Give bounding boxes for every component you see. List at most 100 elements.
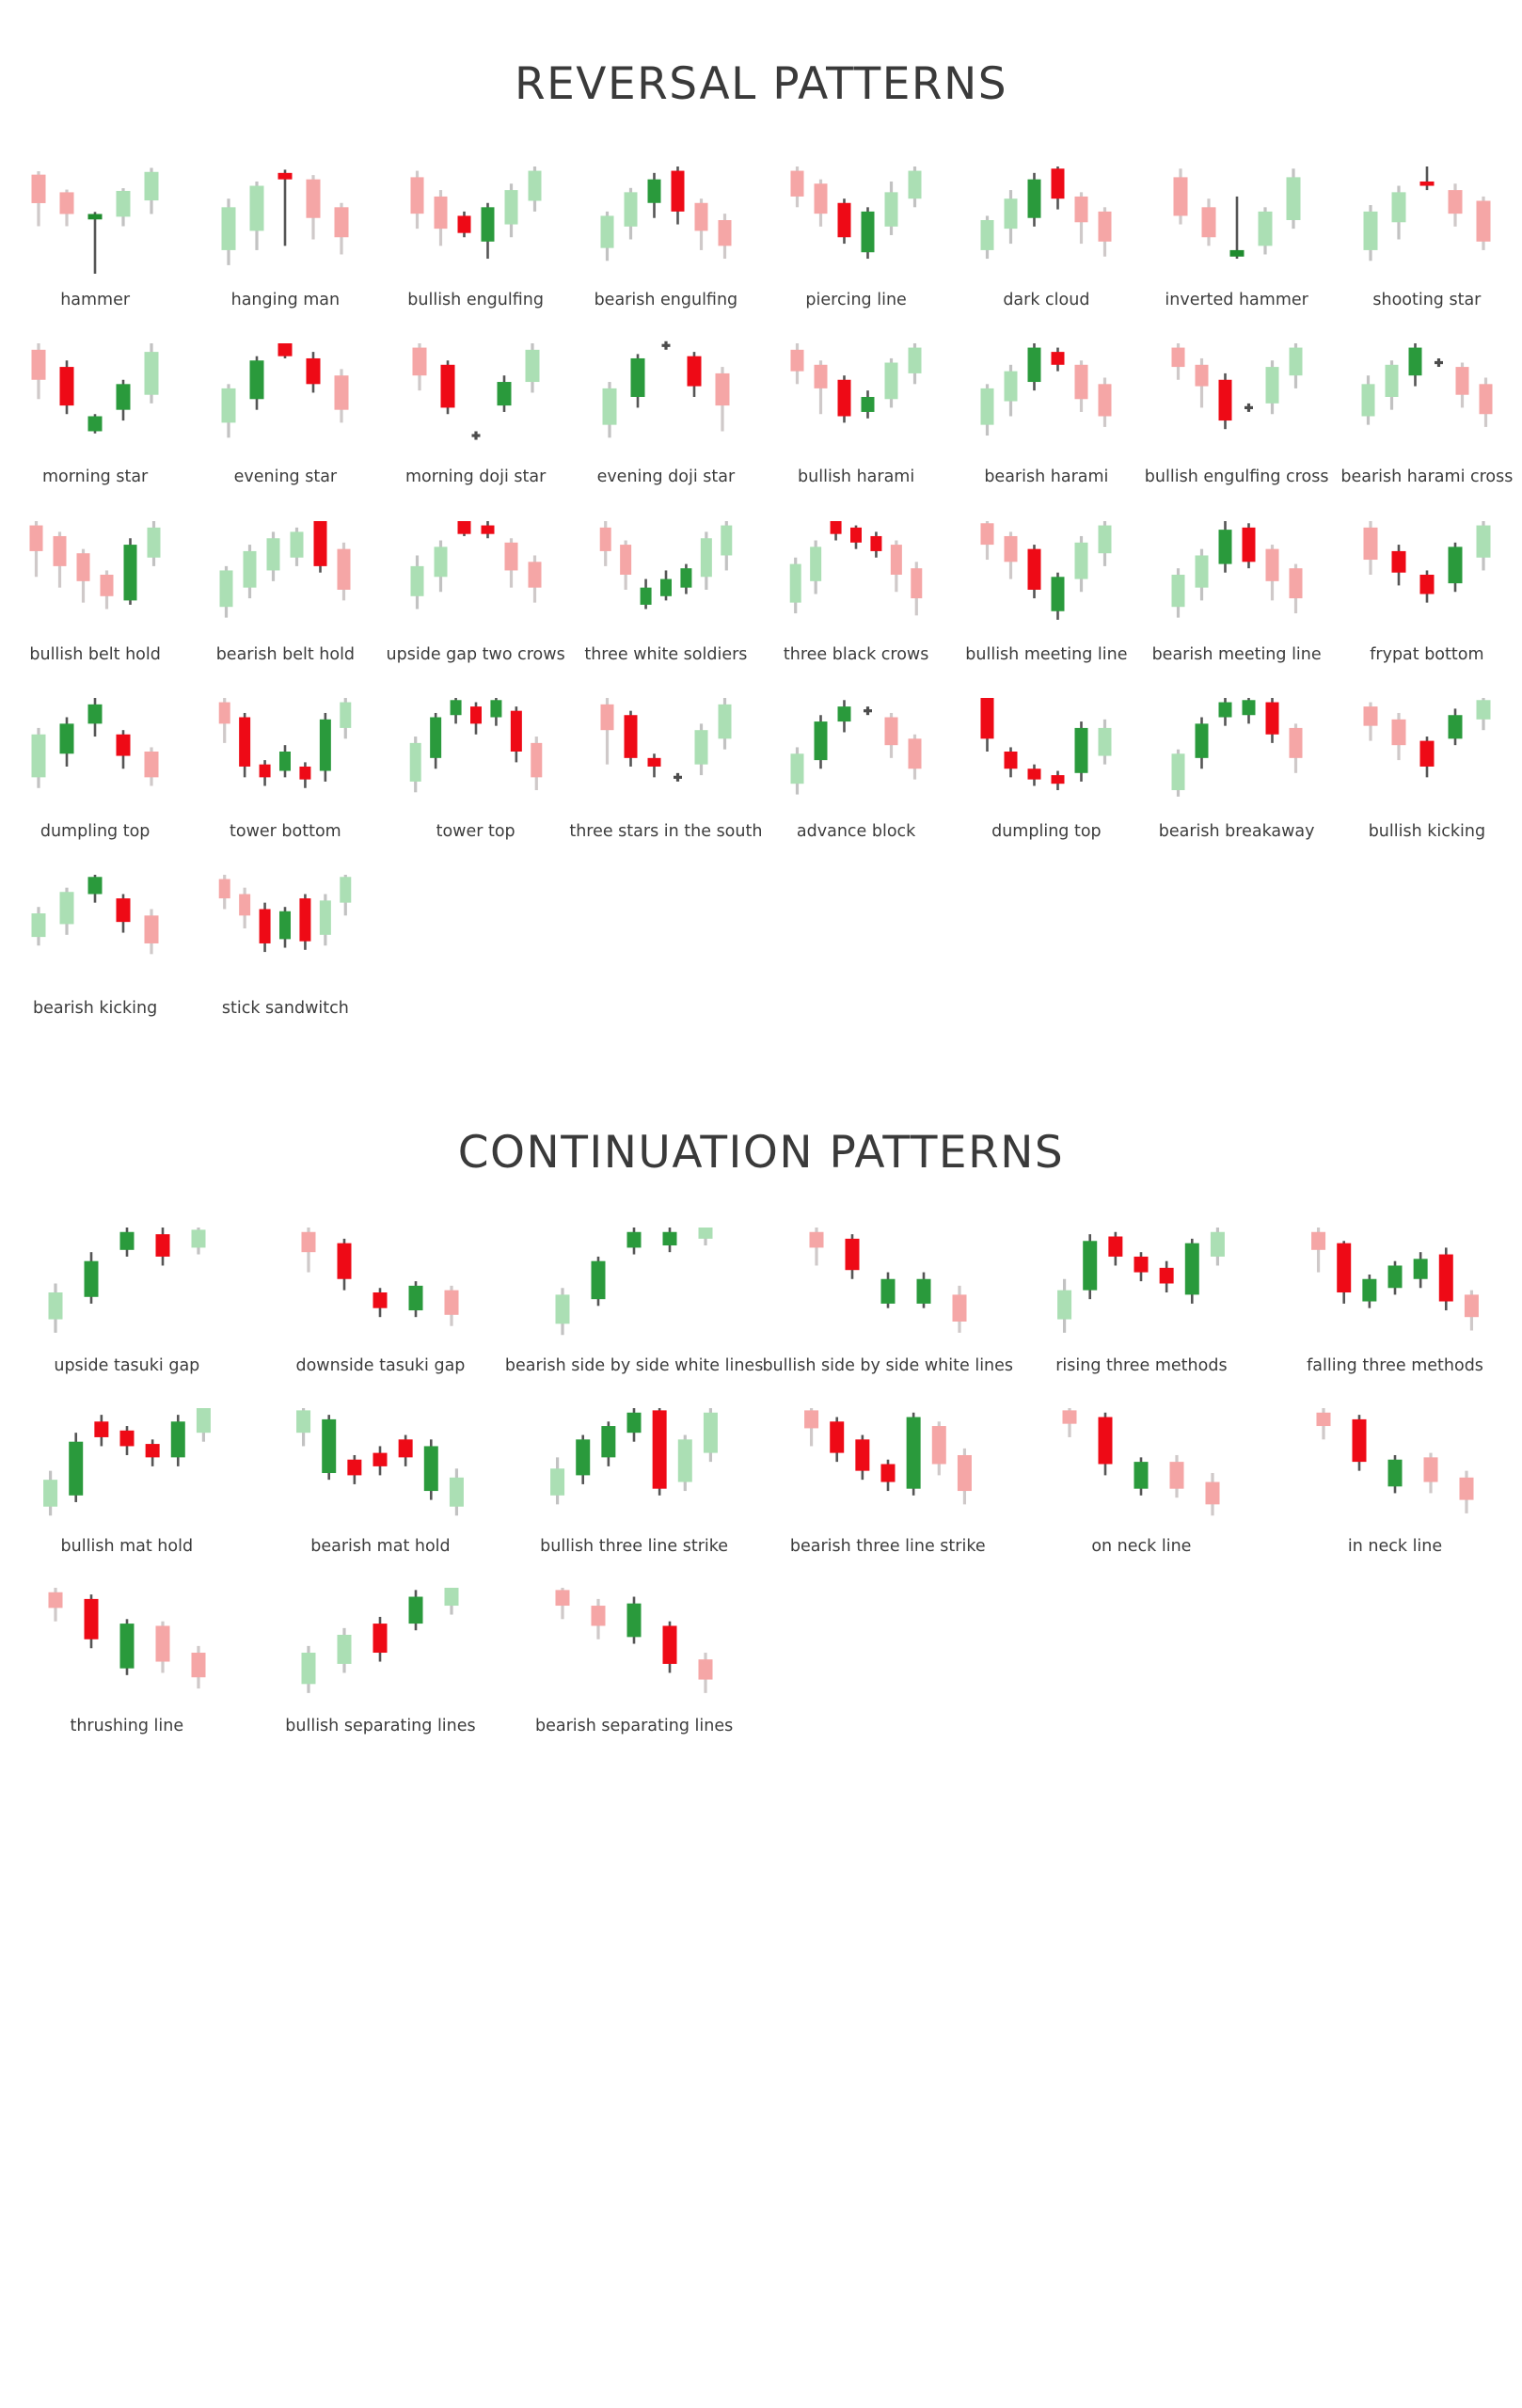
candle-body [884,717,898,745]
candlestick [1476,697,1491,730]
candle-body [450,1477,465,1507]
pattern-label: tower bottom [230,821,341,841]
pattern-label: hammer [60,291,131,309]
pattern-label: piercing line [805,291,907,309]
pattern-chart [1062,1407,1220,1515]
candlestick [1448,183,1463,227]
candlestick [1098,377,1112,428]
candlestick [48,1587,63,1622]
candle-body [170,1420,185,1457]
candle-body [1098,525,1112,553]
candlestick [119,1425,135,1455]
candlestick [1242,697,1256,724]
candlestick [424,1438,439,1500]
candle-body [116,384,131,410]
candle-body [1074,196,1088,223]
candlestick [1363,702,1378,741]
pattern-chart [980,343,1112,436]
candle-body [408,1596,423,1624]
pattern-label: bullish harami [798,467,915,487]
candle-body [1391,550,1406,573]
pattern-chart-wrap [761,514,951,631]
pattern-cell: upside tasuki gap [0,1222,254,1375]
pattern-chart-wrap [1332,336,1522,453]
candlestick [698,1228,713,1246]
pattern-chart-wrap [507,1402,761,1523]
pattern-chart-wrap [761,336,951,453]
candlestick [671,166,685,225]
candlestick [814,360,828,415]
candle-body [662,1232,677,1246]
candlestick [647,753,661,778]
candle-body [322,1418,337,1473]
candlestick [1385,360,1399,410]
pattern-label: bearish harami [984,467,1109,487]
candle-body [144,915,159,943]
candle-body [1027,548,1041,590]
candle-body [1004,535,1018,562]
candlestick [640,578,652,609]
candle-body [337,1634,352,1664]
candle-body [647,179,661,203]
candlestick [457,520,471,536]
pattern-cell: bearish engulfing [571,159,761,309]
pattern-label: evening doji star [596,467,736,487]
pattern-cell: falling three methods [1268,1222,1522,1375]
doji-cross-vertical [1246,404,1250,413]
candle-body [602,388,617,425]
candlestick [837,375,851,423]
candlestick [337,1239,352,1291]
candle-body [409,742,421,782]
candlestick [1265,360,1279,415]
candle-body [1464,1294,1479,1318]
candlestick [659,569,672,600]
candlestick [434,190,448,246]
candle-body [694,729,708,765]
candle-body [698,1658,713,1680]
candle-body [1098,211,1112,242]
candlestick [219,875,231,910]
candlestick [837,700,851,733]
candle-body [1448,714,1463,739]
candlestick [890,540,902,592]
pattern-chart [412,343,540,440]
pattern-label: advance block [796,821,916,841]
candlestick [1363,520,1378,575]
pattern-chart [31,167,159,274]
candle-body [652,1409,667,1489]
pattern-label: bearish engulfing [594,291,738,309]
candlestick [504,183,518,238]
pattern-chart [31,697,159,788]
candlestick [1311,1228,1326,1273]
candle-body [1479,384,1493,415]
pattern-chart [790,343,922,423]
candlestick [87,875,103,903]
candlestick [626,1228,642,1255]
candlestick [1160,1260,1175,1293]
candle-body [1051,576,1065,611]
candlestick [259,759,271,786]
candlestick [409,736,421,793]
doji-cross-vertical [474,431,478,440]
pattern-cell: thrushing line [0,1582,254,1735]
candle-body [1448,190,1463,214]
pattern-cell: dumpling top [951,690,1141,841]
candle-body [239,717,251,767]
candlestick [259,902,271,953]
candlestick [239,712,251,778]
candlestick [1363,205,1378,261]
pattern-cell: hammer [0,159,190,309]
candlestick [116,188,131,227]
reversal-section-title: REVERSAL PATTERNS [514,58,1008,110]
candle-body [1004,751,1018,768]
pattern-label: stick sandwitch [221,999,349,1018]
candlestick [59,887,74,935]
candle-body [1476,525,1491,558]
candle-body [53,535,67,566]
candlestick [1419,736,1435,778]
candle-body [880,1278,896,1305]
pattern-chart [1171,697,1303,797]
candlestick [980,520,994,560]
pattern-chart [42,1407,211,1515]
candlestick [1448,542,1463,592]
